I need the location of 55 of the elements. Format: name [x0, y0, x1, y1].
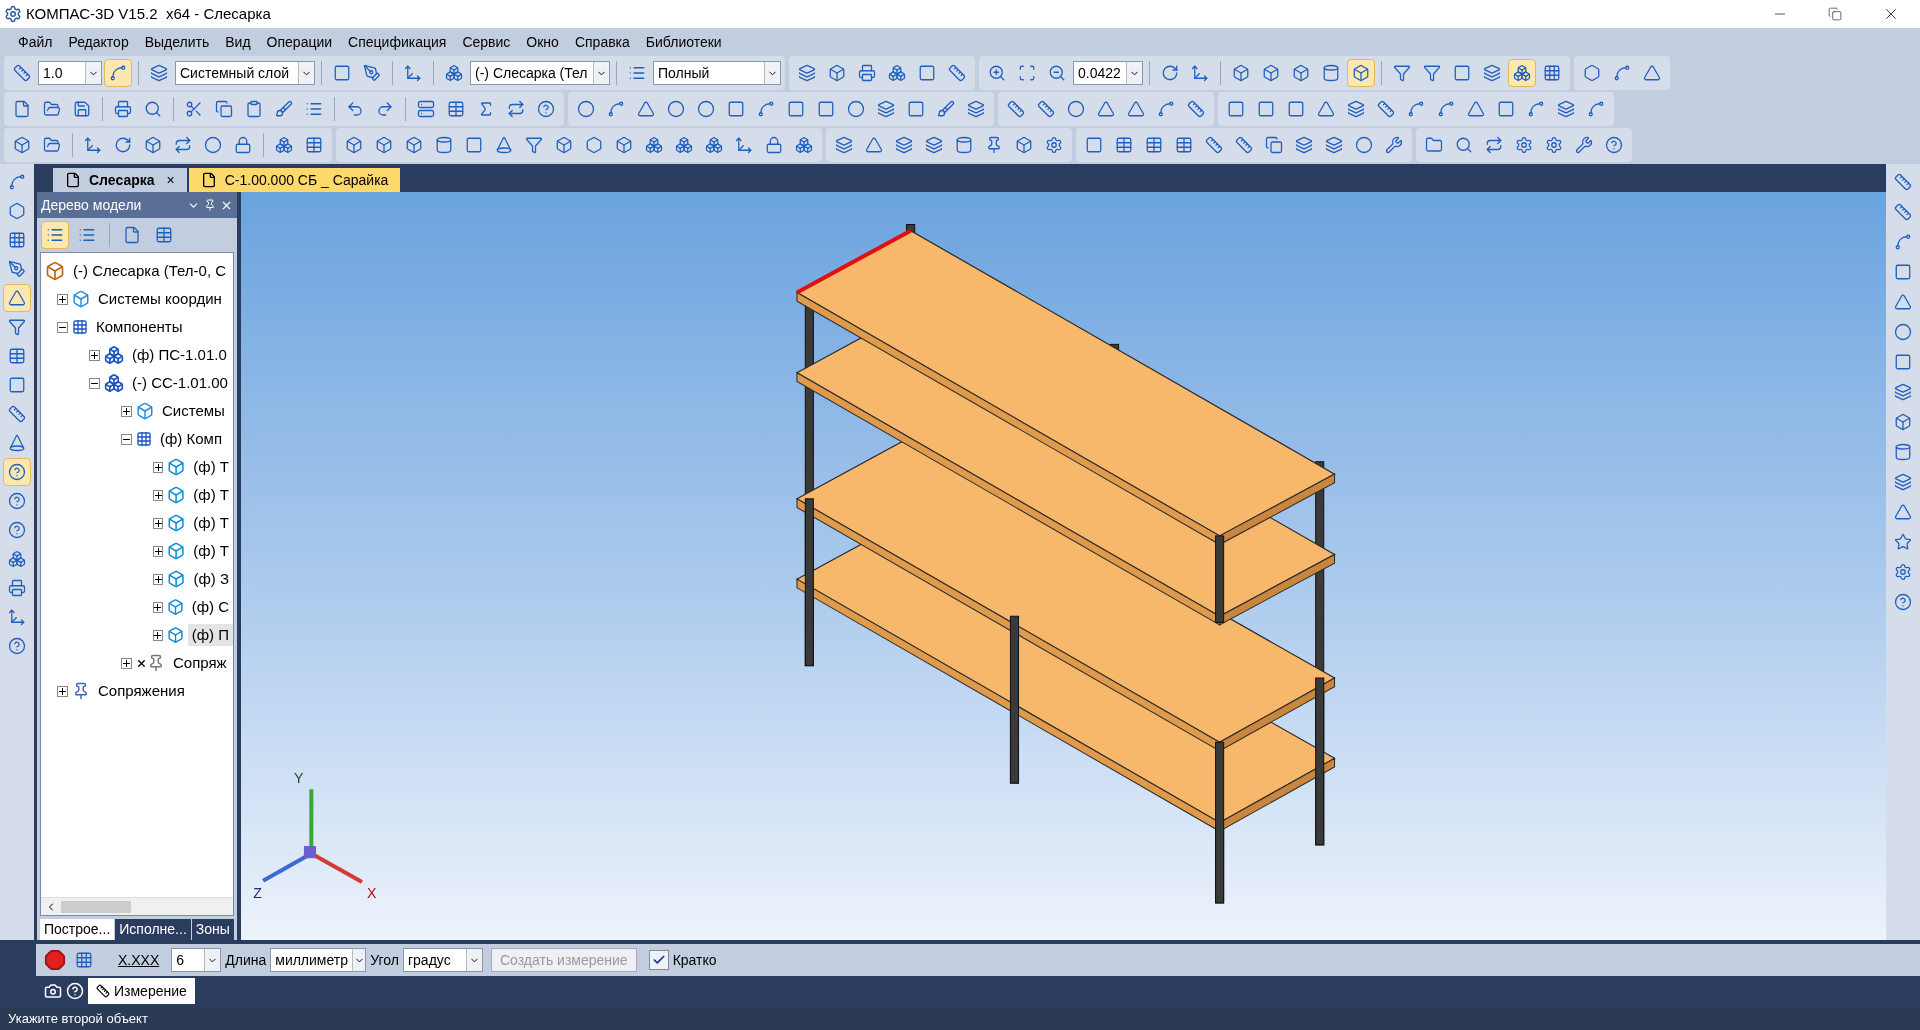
layer-combo[interactable]: Системный слой	[175, 61, 315, 85]
precision-combo[interactable]: 6	[171, 948, 222, 972]
menu-item[interactable]: Библиотеки	[639, 31, 728, 53]
tree-item[interactable]: Сопряжения	[94, 679, 189, 703]
document-tab[interactable]: Слесарка ×	[53, 168, 187, 192]
menu-item[interactable]: Сервис	[456, 31, 517, 53]
checkbox-label: Кратко	[672, 950, 717, 970]
tab-label: Слесарка	[89, 170, 155, 190]
tree-item[interactable]: (ф) П	[187, 623, 233, 647]
tab-label: С-1.00.000 СБ _ Сарайка	[224, 170, 389, 190]
menu-item[interactable]: Справка	[568, 31, 636, 53]
panel-tab[interactable]: Зоны	[191, 919, 234, 940]
measurement-tab[interactable]: Измерение	[88, 978, 195, 1004]
tab-label: Измерение	[114, 981, 187, 1001]
tree-item[interactable]: (ф) С	[187, 595, 233, 619]
body-combo[interactable]: (-) Слесарка (Тел	[470, 61, 610, 85]
tree-item[interactable]: (-) Слесарка (Тел-0, С	[69, 259, 231, 283]
axis-label: Z	[253, 885, 262, 901]
zoom-combo[interactable]: 0.0422	[1073, 61, 1143, 85]
menu-item[interactable]: Окно	[520, 31, 565, 53]
menu-item[interactable]: Выделить	[138, 31, 216, 53]
tree-item[interactable]: Системы	[158, 399, 229, 423]
tree-item[interactable]: (ф) Комп	[156, 427, 226, 451]
status-text: Укажите второй объект	[8, 1010, 148, 1029]
axis-label: Y	[294, 770, 304, 787]
format-label: X.XXX	[117, 950, 161, 970]
document-tab[interactable]: С-1.00.000 СБ _ Сарайка	[188, 168, 401, 192]
3d-viewport[interactable]: Y Z X	[241, 192, 1886, 940]
panel-title: Дерево модели	[41, 195, 143, 215]
window-title: КОМПАС-3D V15.2 x64 - Слесарка	[26, 3, 272, 24]
length-label: Длина	[225, 950, 267, 970]
tree-item[interactable]: (ф) ПС-1.01.0	[128, 343, 231, 367]
tree-item[interactable]: (ф) Т	[189, 455, 233, 479]
menu-item[interactable]: Операции	[260, 31, 339, 53]
tree-item[interactable]: (ф) Т	[189, 539, 233, 563]
panel-tab[interactable]: Исполне...	[115, 919, 191, 940]
angle-label: Угол	[370, 950, 399, 970]
tree-item[interactable]: (ф) З	[189, 567, 233, 591]
tree-item[interactable]: Сопряж	[169, 651, 231, 675]
close-tab-button[interactable]: ×	[166, 169, 175, 191]
menu-item[interactable]: Спецификация	[342, 31, 453, 53]
step-combo[interactable]: 1.0	[38, 61, 102, 85]
axis-label: X	[366, 885, 377, 901]
detail-combo[interactable]: Полный	[653, 61, 781, 85]
menu-item[interactable]: Вид	[219, 31, 257, 53]
tree-item[interactable]: (ф) Т	[189, 483, 233, 507]
menu-item[interactable]: Редактор	[62, 31, 135, 53]
length-unit-combo[interactable]: миллиметр	[270, 948, 367, 972]
angle-unit-combo[interactable]: градус	[402, 948, 483, 972]
tree-item[interactable]: (-) СС-1.01.00	[128, 371, 232, 395]
tree-item[interactable]: Системы координ	[94, 287, 226, 311]
tree-item[interactable]: (ф) Т	[189, 511, 233, 535]
menu-item[interactable]: Файл	[12, 31, 59, 53]
panel-tab[interactable]: Построе...	[40, 919, 115, 940]
tree-item[interactable]: Компоненты	[92, 315, 187, 339]
